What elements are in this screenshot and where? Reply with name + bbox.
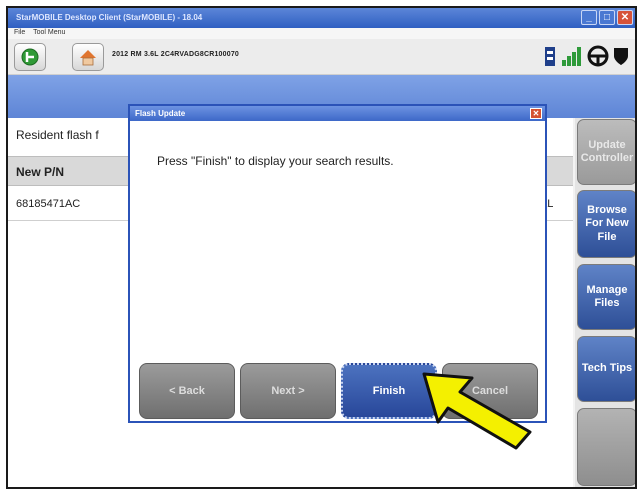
next-button[interactable]: Next > [240,363,336,419]
menu-bar: File Tool Menu [8,28,635,39]
dialog-title: Flash Update [135,109,186,118]
dialog-close-button[interactable]: ✕ [530,108,542,119]
back-button[interactable]: < Back [139,363,235,419]
minimize-button[interactable]: _ [581,10,597,25]
tech-tips-button[interactable]: Tech Tips [577,336,635,402]
window-title: StarMOBILE Desktop Client (StarMOBILE) -… [16,13,203,22]
home-button[interactable] [72,43,104,71]
vehicle-info: 2012 RM 3.6L 2C4RVADG8CR100070 [112,51,240,58]
manage-files-button[interactable]: Manage Files [577,264,635,330]
dialog-message: Press "Finish" to display your search re… [157,154,394,168]
window-controls: _ □ ✕ [581,10,633,25]
menu-file[interactable]: File [14,29,25,36]
cell-part-number: 68185471AC [16,198,81,210]
home-icon [80,50,96,66]
blank-sidebar-button[interactable] [577,408,635,486]
go-button[interactable] [14,43,46,71]
dialog-title-bar: Flash Update ✕ [130,106,545,121]
action-sidebar: Update Controller Browse For New File Ma… [575,118,635,487]
browse-new-file-button[interactable]: Browse For New File [577,190,635,258]
maximize-button[interactable]: □ [599,10,615,25]
resident-flash-label: Resident flash f [16,128,99,142]
close-window-button[interactable]: ✕ [617,10,633,25]
update-controller-button[interactable]: Update Controller [577,119,635,185]
title-bar: StarMOBILE Desktop Client (StarMOBILE) -… [8,8,635,28]
toolbar: 2012 RM 3.6L 2C4RVADG8CR100070 [8,39,635,75]
battery-icon [545,47,555,66]
go-icon [21,48,39,66]
signal-icon [562,47,581,66]
pointer-arrow-icon [422,372,532,450]
shield-icon [614,48,628,65]
status-icons [543,45,629,67]
steering-wheel-icon [587,45,609,67]
app-window: StarMOBILE Desktop Client (StarMOBILE) -… [6,6,637,489]
menu-tool-menu[interactable]: Tool Menu [33,29,65,36]
column-header-new-pn: New P/N [16,165,65,179]
